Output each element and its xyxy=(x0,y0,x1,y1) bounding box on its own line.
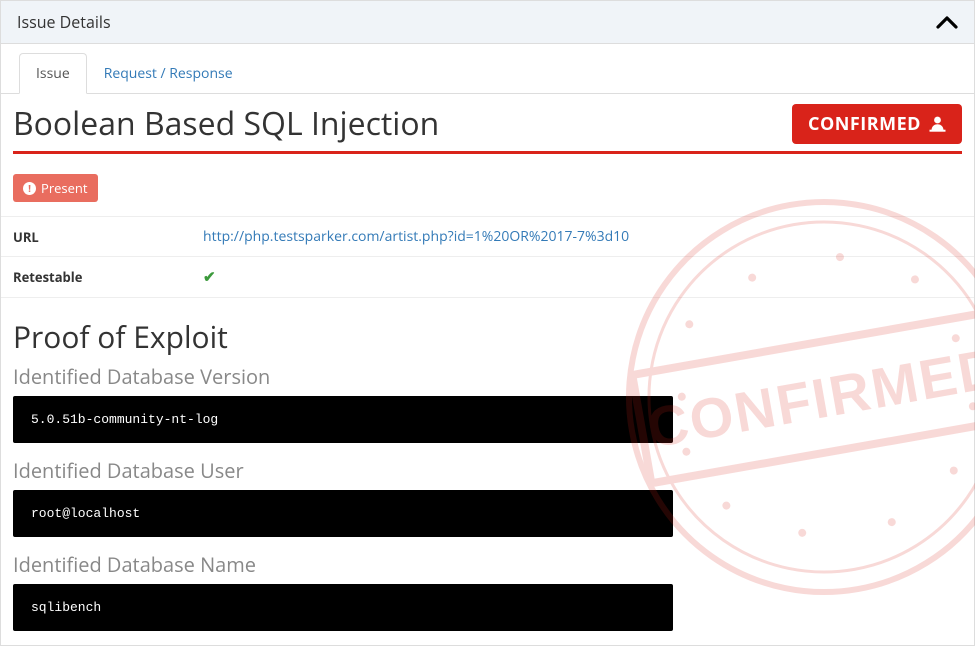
db-name-label: Identified Database Name xyxy=(13,551,962,578)
user-download-icon xyxy=(929,115,946,132)
check-icon: ✔ xyxy=(203,267,216,287)
tab-request-response[interactable]: Request / Response xyxy=(87,53,250,94)
tab-request-response-label: Request / Response xyxy=(104,64,233,83)
kv-row-url: URL http://php.testsparker.com/artist.ph… xyxy=(1,217,974,257)
kv-label-retestable: Retestable xyxy=(13,268,203,286)
db-version-value: 5.0.51b-community-nt-log xyxy=(13,396,673,443)
present-badge-label: Present xyxy=(41,179,88,197)
status-row: ! Present xyxy=(1,174,974,202)
present-badge: ! Present xyxy=(13,174,98,202)
proof-section: Proof of Exploit Identified Database Ver… xyxy=(1,298,974,631)
panel-title: Issue Details xyxy=(17,11,111,33)
red-divider xyxy=(13,151,962,154)
kv-value-retestable: ✔ xyxy=(203,267,216,287)
db-user-value: root@localhost xyxy=(13,490,673,537)
issue-content: Boolean Based SQL Injection CONFIRMED xyxy=(1,94,974,631)
panel-header[interactable]: Issue Details xyxy=(1,1,974,44)
kv-value-url: http://php.testsparker.com/artist.php?id… xyxy=(203,227,629,246)
tabs: Issue Request / Response xyxy=(1,52,974,94)
db-version-label: Identified Database Version xyxy=(13,363,962,390)
panel-body: CONFIRMED Issue Request / Response Boole… xyxy=(1,52,974,631)
db-name-value: sqlibench xyxy=(13,584,673,631)
chevron-up-icon xyxy=(936,15,958,29)
tab-issue-label: Issue xyxy=(36,64,70,83)
kv-table: URL http://php.testsparker.com/artist.ph… xyxy=(1,216,974,298)
confirmed-badge[interactable]: CONFIRMED xyxy=(792,104,962,144)
db-user-label: Identified Database User xyxy=(13,457,962,484)
kv-row-retestable: Retestable ✔ xyxy=(1,257,974,298)
tab-issue[interactable]: Issue xyxy=(19,53,87,94)
url-link[interactable]: http://php.testsparker.com/artist.php?id… xyxy=(203,227,629,246)
kv-label-url: URL xyxy=(13,228,203,246)
issue-title: Boolean Based SQL Injection xyxy=(13,102,439,145)
proof-heading: Proof of Exploit xyxy=(13,316,962,357)
issue-details-panel: Issue Details CONFIRMED Issue xyxy=(0,0,975,646)
confirmed-badge-label: CONFIRMED xyxy=(808,112,921,136)
title-row: Boolean Based SQL Injection CONFIRMED xyxy=(1,94,974,151)
exclamation-icon: ! xyxy=(23,182,36,195)
